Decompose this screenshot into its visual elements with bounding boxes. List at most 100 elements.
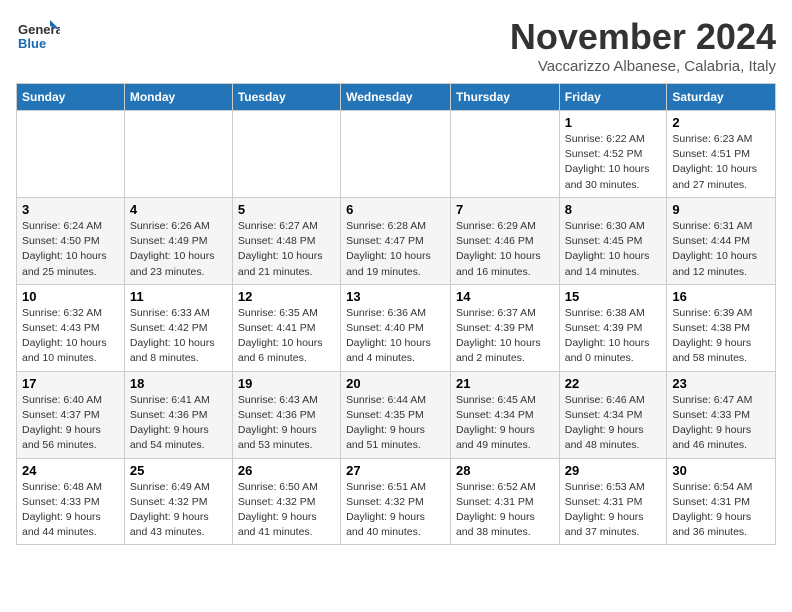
day-number: 20 xyxy=(346,376,445,391)
col-header-friday: Friday xyxy=(559,84,667,111)
day-cell: 18 Sunrise: 6:41 AM Sunset: 4:36 PM Dayli… xyxy=(124,371,232,458)
day-cell: 10 Sunrise: 6:32 AM Sunset: 4:43 PM Dayli… xyxy=(17,284,125,371)
day-info: Sunrise: 6:50 AM Sunset: 4:32 PM Dayligh… xyxy=(238,480,335,541)
day-cell: 29 Sunrise: 6:53 AM Sunset: 4:31 PM Dayli… xyxy=(559,458,667,545)
day-number: 17 xyxy=(22,376,119,391)
day-number: 13 xyxy=(346,289,445,304)
header-row: SundayMondayTuesdayWednesdayThursdayFrid… xyxy=(17,84,776,111)
day-info: Sunrise: 6:28 AM Sunset: 4:47 PM Dayligh… xyxy=(346,219,445,280)
day-cell: 12Sunrise: 6:35 AM Sunset: 4:41 PM Dayli… xyxy=(232,284,340,371)
day-number: 5 xyxy=(238,202,335,217)
day-info: Sunrise: 6:48 AM Sunset: 4:33 PM Dayligh… xyxy=(22,480,119,541)
week-row-2: 3Sunrise: 6:24 AM Sunset: 4:50 PM Daylig… xyxy=(17,197,776,284)
day-info: Sunrise: 6:44 AM Sunset: 4:35 PM Dayligh… xyxy=(346,393,445,454)
day-cell: 11Sunrise: 6:33 AM Sunset: 4:42 PM Dayli… xyxy=(124,284,232,371)
day-cell: 5Sunrise: 6:27 AM Sunset: 4:48 PM Daylig… xyxy=(232,197,340,284)
day-info: Sunrise: 6:22 AM Sunset: 4:52 PM Dayligh… xyxy=(565,132,662,193)
day-cell: 30Sunrise: 6:54 AM Sunset: 4:31 PM Dayli… xyxy=(667,458,776,545)
logo-svg: General Blue xyxy=(16,16,60,60)
day-cell: 9Sunrise: 6:31 AM Sunset: 4:44 PM Daylig… xyxy=(667,197,776,284)
day-info: Sunrise: 6:54 AM Sunset: 4:31 PM Dayligh… xyxy=(672,480,770,541)
day-number: 24 xyxy=(22,463,119,478)
day-number: 26 xyxy=(238,463,335,478)
day-cell: 1 Sunrise: 6:22 AM Sunset: 4:52 PM Daylig… xyxy=(559,111,667,198)
day-cell: 13 Sunrise: 6:36 AM Sunset: 4:40 PM Dayli… xyxy=(341,284,451,371)
day-cell: 17 Sunrise: 6:40 AM Sunset: 4:37 PM Dayli… xyxy=(17,371,125,458)
col-header-thursday: Thursday xyxy=(450,84,559,111)
day-number: 16 xyxy=(672,289,770,304)
day-info: Sunrise: 6:40 AM Sunset: 4:37 PM Dayligh… xyxy=(22,393,119,454)
day-cell: 4 Sunrise: 6:26 AM Sunset: 4:49 PM Daylig… xyxy=(124,197,232,284)
day-number: 10 xyxy=(22,289,119,304)
day-cell: 7 Sunrise: 6:29 AM Sunset: 4:46 PM Daylig… xyxy=(450,197,559,284)
header: General Blue November 2024 Vaccarizzo Al… xyxy=(16,16,776,75)
col-header-saturday: Saturday xyxy=(667,84,776,111)
day-number: 15 xyxy=(565,289,662,304)
day-cell xyxy=(450,111,559,198)
week-row-1: 1 Sunrise: 6:22 AM Sunset: 4:52 PM Daylig… xyxy=(17,111,776,198)
day-number: 7 xyxy=(456,202,554,217)
day-number: 1 xyxy=(565,115,662,130)
day-cell: 16 Sunrise: 6:39 AM Sunset: 4:38 PM Dayli… xyxy=(667,284,776,371)
day-number: 28 xyxy=(456,463,554,478)
day-number: 4 xyxy=(130,202,227,217)
day-info: Sunrise: 6:46 AM Sunset: 4:34 PM Dayligh… xyxy=(565,393,662,454)
day-info: Sunrise: 6:49 AM Sunset: 4:32 PM Dayligh… xyxy=(130,480,227,541)
day-info: Sunrise: 6:45 AM Sunset: 4:34 PM Dayligh… xyxy=(456,393,554,454)
day-number: 27 xyxy=(346,463,445,478)
col-header-wednesday: Wednesday xyxy=(341,84,451,111)
day-cell: 21 Sunrise: 6:45 AM Sunset: 4:34 PM Dayli… xyxy=(450,371,559,458)
day-number: 3 xyxy=(22,202,119,217)
day-number: 25 xyxy=(130,463,227,478)
day-cell: 14Sunrise: 6:37 AM Sunset: 4:39 PM Dayli… xyxy=(450,284,559,371)
day-cell: 22Sunrise: 6:46 AM Sunset: 4:34 PM Dayli… xyxy=(559,371,667,458)
day-info: Sunrise: 6:37 AM Sunset: 4:39 PM Dayligh… xyxy=(456,306,554,367)
day-cell: 15 Sunrise: 6:38 AM Sunset: 4:39 PM Dayli… xyxy=(559,284,667,371)
day-cell: 8 Sunrise: 6:30 AM Sunset: 4:45 PM Daylig… xyxy=(559,197,667,284)
day-cell xyxy=(124,111,232,198)
day-cell: 24 Sunrise: 6:48 AM Sunset: 4:33 PM Dayli… xyxy=(17,458,125,545)
title-block: November 2024 Vaccarizzo Albanese, Calab… xyxy=(510,16,776,75)
logo: General Blue xyxy=(16,16,60,60)
day-number: 2 xyxy=(672,115,770,130)
day-number: 12 xyxy=(238,289,335,304)
day-number: 11 xyxy=(130,289,227,304)
day-info: Sunrise: 6:53 AM Sunset: 4:31 PM Dayligh… xyxy=(565,480,662,541)
week-row-4: 17 Sunrise: 6:40 AM Sunset: 4:37 PM Dayli… xyxy=(17,371,776,458)
week-row-5: 24 Sunrise: 6:48 AM Sunset: 4:33 PM Dayli… xyxy=(17,458,776,545)
day-number: 29 xyxy=(565,463,662,478)
day-cell: 19 Sunrise: 6:43 AM Sunset: 4:36 PM Dayli… xyxy=(232,371,340,458)
day-info: Sunrise: 6:51 AM Sunset: 4:32 PM Dayligh… xyxy=(346,480,445,541)
col-header-tuesday: Tuesday xyxy=(232,84,340,111)
day-info: Sunrise: 6:43 AM Sunset: 4:36 PM Dayligh… xyxy=(238,393,335,454)
day-cell: 3Sunrise: 6:24 AM Sunset: 4:50 PM Daylig… xyxy=(17,197,125,284)
day-info: Sunrise: 6:41 AM Sunset: 4:36 PM Dayligh… xyxy=(130,393,227,454)
day-info: Sunrise: 6:26 AM Sunset: 4:49 PM Dayligh… xyxy=(130,219,227,280)
day-cell: 2 Sunrise: 6:23 AM Sunset: 4:51 PM Daylig… xyxy=(667,111,776,198)
day-number: 19 xyxy=(238,376,335,391)
day-number: 18 xyxy=(130,376,227,391)
week-row-3: 10 Sunrise: 6:32 AM Sunset: 4:43 PM Dayli… xyxy=(17,284,776,371)
day-cell: 26 Sunrise: 6:50 AM Sunset: 4:32 PM Dayli… xyxy=(232,458,340,545)
day-info: Sunrise: 6:36 AM Sunset: 4:40 PM Dayligh… xyxy=(346,306,445,367)
day-info: Sunrise: 6:47 AM Sunset: 4:33 PM Dayligh… xyxy=(672,393,770,454)
day-info: Sunrise: 6:30 AM Sunset: 4:45 PM Dayligh… xyxy=(565,219,662,280)
day-info: Sunrise: 6:23 AM Sunset: 4:51 PM Dayligh… xyxy=(672,132,770,193)
day-info: Sunrise: 6:38 AM Sunset: 4:39 PM Dayligh… xyxy=(565,306,662,367)
day-cell: 20 Sunrise: 6:44 AM Sunset: 4:35 PM Dayli… xyxy=(341,371,451,458)
col-header-monday: Monday xyxy=(124,84,232,111)
day-info: Sunrise: 6:39 AM Sunset: 4:38 PM Dayligh… xyxy=(672,306,770,367)
day-number: 9 xyxy=(672,202,770,217)
day-info: Sunrise: 6:32 AM Sunset: 4:43 PM Dayligh… xyxy=(22,306,119,367)
day-number: 23 xyxy=(672,376,770,391)
day-cell: 25 Sunrise: 6:49 AM Sunset: 4:32 PM Dayli… xyxy=(124,458,232,545)
day-cell xyxy=(341,111,451,198)
day-number: 8 xyxy=(565,202,662,217)
day-cell: 27 Sunrise: 6:51 AM Sunset: 4:32 PM Dayli… xyxy=(341,458,451,545)
day-info: Sunrise: 6:29 AM Sunset: 4:46 PM Dayligh… xyxy=(456,219,554,280)
day-cell: 6Sunrise: 6:28 AM Sunset: 4:47 PM Daylig… xyxy=(341,197,451,284)
calendar-table: SundayMondayTuesdayWednesdayThursdayFrid… xyxy=(16,83,776,545)
col-header-sunday: Sunday xyxy=(17,84,125,111)
svg-text:Blue: Blue xyxy=(18,36,46,51)
day-number: 21 xyxy=(456,376,554,391)
